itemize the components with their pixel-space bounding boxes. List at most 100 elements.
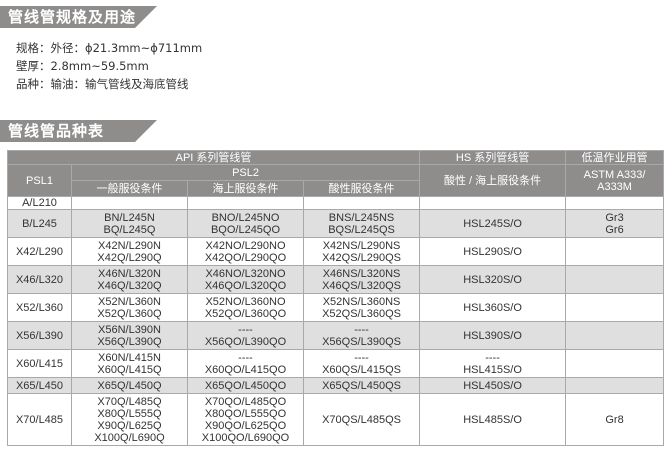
sour-service-grade: BQS/L245QS bbox=[328, 223, 395, 236]
psl1-grade: X56/L390 bbox=[15, 329, 64, 342]
hs-grade: ---- bbox=[485, 351, 500, 364]
offshore-service-grade: X42QO/L290QO bbox=[204, 251, 287, 264]
sour-service-grade: X52QS/L360QS bbox=[322, 307, 401, 320]
hs-grade-cell: HSL450S/O bbox=[419, 377, 567, 394]
hs-grade-cell bbox=[419, 196, 567, 210]
general-service-grade: X100Q/L690Q bbox=[94, 431, 165, 444]
general-service-grade-cell: X46N/L320N X46Q/L320Q bbox=[71, 265, 188, 294]
low-temp-grade-cell: Gr8 bbox=[565, 393, 665, 446]
offshore-service-grade: X52QO/L360QO bbox=[204, 307, 287, 320]
offshore-service-grade: X80QO/L555QO bbox=[204, 407, 287, 420]
hs-grade-cell: ---- HSL415S/O bbox=[419, 349, 567, 378]
table-row: X56/L390 X56N/L390N X56Q/L390Q ---- X56QO/L3… bbox=[7, 321, 665, 350]
sour-service-grade-cell: X46NS/L320NS X46QS/L320QS bbox=[302, 265, 421, 294]
header-row-1: API 系列管线管 HS 系列管线管 低温作业用管 bbox=[6, 150, 665, 165]
hs-grade: HSL415S/O bbox=[463, 363, 522, 376]
general-service-grade: X60Q/L415Q bbox=[97, 363, 162, 376]
general-service-grade: BQ/L245Q bbox=[103, 223, 156, 236]
offshore-service-header: 海上服役条件 bbox=[187, 180, 304, 197]
table-row: A/L210 bbox=[7, 196, 665, 210]
low-temp-grade-cell bbox=[565, 349, 665, 378]
psl1-grade-cell: X52/L360 bbox=[7, 293, 72, 322]
section-banner-specs: 管线管规格及用途 bbox=[0, 6, 160, 28]
sour-service-grade: X65QS/L450QS bbox=[322, 379, 401, 392]
sour-service-grade: X70QS/L485QS bbox=[322, 413, 401, 426]
hs-grade-cell: HSL360S/O bbox=[419, 293, 567, 322]
hs-grade: HSL450S/O bbox=[463, 379, 522, 392]
sour-service-grade-cell bbox=[302, 196, 421, 210]
general-service-grade: X90Q/L625Q bbox=[97, 419, 162, 432]
header-row-2: PSL1 PSL2 酸性 / 海上服役条件 ASTM A333/ A333M bbox=[7, 164, 665, 197]
sour-service-header: 酸性服役条件 bbox=[302, 180, 421, 197]
offshore-service-grade: X100QO/L690QO bbox=[201, 431, 290, 444]
astm-header-text: ASTM A333/ A333M bbox=[583, 168, 646, 193]
general-service-grade: BN/L245N bbox=[104, 211, 155, 224]
general-service-grade-cell: X52N/L360N X52Q/L360Q bbox=[71, 293, 188, 322]
section-title-varieties: 管线管品种表 bbox=[8, 122, 105, 140]
grade-table-body: A/L210 B/L245 BN/L245N BQ/L245Q BNO/L245NO BQ… bbox=[7, 196, 665, 446]
offshore-service-grade-cell: ---- X56QO/L390QO bbox=[187, 321, 304, 350]
hs-grade-cell: HSL390S/O bbox=[419, 321, 567, 350]
hs-grade: HSL485S/O bbox=[463, 413, 522, 426]
sour-service-grade: X52NS/L360NS bbox=[322, 295, 401, 308]
hs-grade: HSL320S/O bbox=[463, 273, 522, 286]
offshore-service-grade-cell bbox=[187, 196, 304, 210]
offshore-service-grade-cell: X42NO/L290NO X42QO/L290QO bbox=[187, 237, 304, 266]
table-row: B/L245 BN/L245N BQ/L245Q BNO/L245NO BQO/L245… bbox=[7, 209, 665, 238]
table-row: X46/L320 X46N/L320N X46Q/L320Q X46NO/L320NO… bbox=[7, 265, 665, 294]
psl1-grade-cell: B/L245 bbox=[7, 209, 72, 238]
offshore-service-grade: X56QO/L390QO bbox=[204, 335, 287, 348]
sour-service-grade: X56QS/L390QS bbox=[322, 335, 401, 348]
banner-tail bbox=[135, 120, 157, 142]
low-temp-grade-cell bbox=[565, 321, 665, 350]
general-service-grade-cell: X70Q/L485Q X80Q/L555Q X90Q/L625Q X100Q/L690… bbox=[71, 393, 188, 446]
offshore-service-grade-cell: X70QO/L485QO X80QO/L555QO X90QO/L625QO X100… bbox=[187, 393, 304, 446]
low-temp-grade-cell bbox=[565, 237, 665, 266]
hs-grade-cell: HSL485S/O bbox=[419, 393, 567, 446]
psl1-grade: X65/L450 bbox=[15, 379, 64, 392]
sour-service-grade: ---- bbox=[354, 351, 369, 364]
psl1-grade-cell: A/L210 bbox=[7, 196, 72, 210]
general-service-grade: X46N/L320N bbox=[98, 267, 161, 280]
general-service-grade: X70Q/L485Q bbox=[97, 395, 162, 408]
general-service-grade-cell: BN/L245N BQ/L245Q bbox=[71, 209, 188, 238]
general-service-grade: X60N/L415N bbox=[98, 351, 161, 364]
low-temp-grade: Gr8 bbox=[605, 413, 624, 426]
sour-service-grade: X42QS/L290QS bbox=[322, 251, 401, 264]
general-service-grade-cell bbox=[71, 196, 188, 210]
spec-size: 规格：外径：ϕ21.3mm~ϕ711mm bbox=[16, 41, 203, 55]
sour-service-grade-cell: ---- X60QS/L415QS bbox=[302, 349, 421, 378]
offshore-service-grade: X46QO/L320QO bbox=[204, 279, 287, 292]
offshore-service-grade: X46NO/L320NO bbox=[205, 267, 286, 280]
banner-tail bbox=[135, 6, 157, 28]
psl1-grade-cell: X56/L390 bbox=[7, 321, 72, 350]
low-temp-header: 低温作业用管 bbox=[565, 150, 665, 165]
hs-series-header: HS 系列管线管 bbox=[419, 150, 567, 165]
hs-grade-cell: HSL320S/O bbox=[419, 265, 567, 294]
spec-wall-thickness: 壁厚：2.8mm~59.5mm bbox=[16, 59, 149, 73]
table-row: X52/L360 X52N/L360N X52Q/L360Q X52NO/L360NO… bbox=[7, 293, 665, 322]
psl1-grade: X52/L360 bbox=[15, 301, 64, 314]
sour-service-grade-cell: X65QS/L450QS bbox=[302, 377, 421, 394]
hs-grade-cell: HSL245S/O bbox=[419, 209, 567, 238]
offshore-service-grade: BNO/L245NO bbox=[211, 211, 280, 224]
psl1-grade-cell: X42/L290 bbox=[7, 237, 72, 266]
low-temp-grade-cell bbox=[565, 293, 665, 322]
general-service-grade: X42Q/L290Q bbox=[97, 251, 162, 264]
sour-service-grade: X42NS/L290NS bbox=[322, 239, 401, 252]
low-temp-grade-cell bbox=[565, 265, 665, 294]
sour-service-grade: BNS/L245NS bbox=[328, 211, 395, 224]
section-banner-varieties: 管线管品种表 bbox=[0, 120, 160, 142]
sour-service-grade: X46NS/L320NS bbox=[322, 267, 401, 280]
table-row: X42/L290 X42N/L290N X42Q/L290Q X42NO/L290NO… bbox=[7, 237, 665, 266]
general-service-grade: X52Q/L360Q bbox=[97, 307, 162, 320]
astm-header: ASTM A333/ A333M bbox=[565, 164, 665, 197]
pipe-grade-table: API 系列管线管 HS 系列管线管 低温作业用管 PSL1 PSL2 酸性 /… bbox=[6, 150, 665, 446]
psl1-grade: X70/L485 bbox=[15, 413, 64, 426]
table-row: X70/L485 X70Q/L485Q X80Q/L555Q X90Q/L625Q X1… bbox=[7, 393, 665, 446]
sour-service-grade-cell: X42NS/L290NS X42QS/L290QS bbox=[302, 237, 421, 266]
psl1-grade: X60/L415 bbox=[15, 357, 64, 370]
sour-service-grade: ---- bbox=[354, 323, 369, 336]
offshore-service-grade-cell: X52NO/L360NO X52QO/L360QO bbox=[187, 293, 304, 322]
psl1-header: PSL1 bbox=[7, 164, 72, 197]
